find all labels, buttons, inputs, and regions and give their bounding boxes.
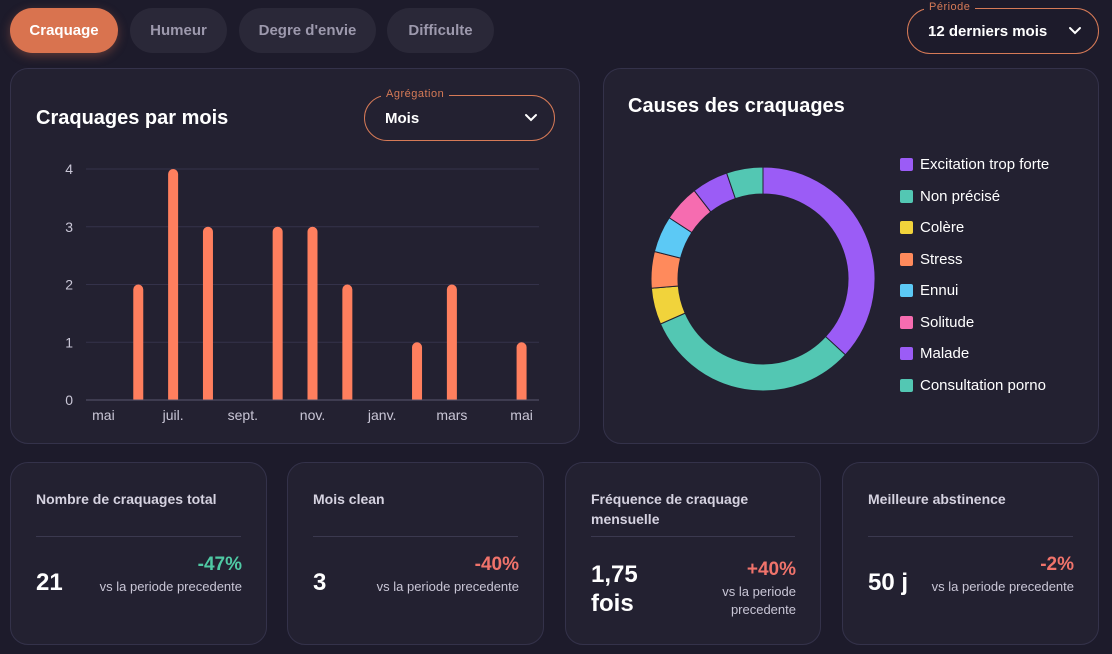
bar[interactable] <box>516 342 527 404</box>
stat-divider <box>313 536 518 537</box>
stat-divider <box>868 536 1073 537</box>
legend-swatch <box>900 347 913 361</box>
tab-degre-envie[interactable]: Degre d'envie <box>239 8 376 53</box>
stat-value: 3 <box>313 569 327 596</box>
legend-swatch <box>900 158 913 172</box>
legend-swatch <box>900 189 913 203</box>
legend-item[interactable]: Solitude <box>900 307 1049 339</box>
tab-humeur[interactable]: Humeur <box>130 8 227 53</box>
chevron-down-icon <box>1069 27 1081 35</box>
legend-swatch <box>900 378 913 392</box>
donut-slice[interactable] <box>762 166 876 356</box>
legend-label: Non précisé <box>920 187 1001 205</box>
stat-change: -2% <box>1040 554 1074 575</box>
legend-item[interactable]: Ennui <box>900 275 1049 307</box>
stat-change: -40% <box>474 554 519 575</box>
stat-card-frequency: Fréquence de craquage mensuelle 1,75 foi… <box>565 462 821 645</box>
legend-swatch <box>900 284 913 298</box>
stat-subtext: vs la periode precedente <box>931 579 1074 594</box>
legend-label: Consultation porno <box>920 376 1046 394</box>
stat-subtext: vs la periode precedente <box>99 579 242 594</box>
bar[interactable] <box>446 284 457 405</box>
legend-item[interactable]: Malade <box>900 338 1049 370</box>
legend-label: Colère <box>920 219 965 237</box>
x-tick-label: janv. <box>367 407 397 423</box>
baseline-mask <box>86 400 539 406</box>
stat-card-total: Nombre de craquages total 21 -47% vs la … <box>10 462 267 645</box>
stat-value: 50 j <box>868 569 909 596</box>
tab-difficulte[interactable]: Difficulte <box>387 8 494 53</box>
legend-item[interactable]: Colère <box>900 212 1049 244</box>
donut-chart <box>650 166 876 392</box>
x-tick-label: mai <box>92 407 115 423</box>
donut-chart-title: Causes des craquages <box>628 95 845 117</box>
legend-label: Stress <box>920 250 963 268</box>
legend-label: Ennui <box>920 282 959 300</box>
x-tick-label: mars <box>436 407 467 423</box>
stat-value-line2: fois <box>591 590 634 617</box>
donut-slice[interactable] <box>659 312 847 392</box>
y-tick-label: 0 <box>65 392 73 408</box>
x-tick-label: nov. <box>300 407 325 423</box>
legend-swatch <box>900 315 913 329</box>
legend-item[interactable]: Non précisé <box>900 181 1049 213</box>
stat-title: Nombre de craquages total <box>36 491 217 507</box>
x-tick-label: sept. <box>228 407 258 423</box>
x-tick-label: juil. <box>162 407 184 423</box>
stat-change: -47% <box>197 554 242 575</box>
legend-label: Malade <box>920 345 970 363</box>
bar[interactable] <box>202 226 213 404</box>
stat-subtext-line2: precedente <box>730 602 796 617</box>
stat-change: +40% <box>746 559 796 580</box>
stat-subtext-line1: vs la periode <box>722 584 796 599</box>
bar-chart: 0 1 2 3 4 mai juil. sept. nov. janv. mars mai <box>65 161 539 423</box>
bar[interactable] <box>307 226 318 404</box>
stat-value-line1: 1,75 <box>591 561 638 588</box>
bar[interactable] <box>342 284 353 405</box>
legend-swatch <box>900 221 913 235</box>
stat-card-best-abstinence: Meilleure abstinence 50 j -2% vs la peri… <box>842 462 1099 645</box>
y-tick-label: 1 <box>65 334 73 350</box>
legend-label: Solitude <box>920 313 975 331</box>
donut-chart-card: Causes des craquages Excitation trop for… <box>603 68 1099 444</box>
y-tick-label: 4 <box>65 161 73 177</box>
stat-card-clean-months: Mois clean 3 -40% vs la periode preceden… <box>287 462 544 645</box>
bar[interactable] <box>168 169 179 404</box>
period-select[interactable]: Période 12 derniers mois <box>907 1 1099 54</box>
stat-value: 21 <box>36 569 63 596</box>
bar[interactable] <box>272 226 283 404</box>
period-value: 12 derniers mois <box>928 22 1048 40</box>
period-legend: Période <box>924 1 976 13</box>
bar[interactable] <box>412 342 423 404</box>
stat-title: Meilleure abstinence <box>868 491 1006 507</box>
bar[interactable] <box>133 284 144 405</box>
stat-divider <box>591 536 795 537</box>
stat-subtext: vs la periode precedente <box>376 579 519 594</box>
bar-chart-card: Craquages par mois Agrégation Mois 01234… <box>10 68 580 444</box>
stat-title: Mois clean <box>313 491 385 507</box>
donut-legend: Excitation trop forte Non précisé Colère St… <box>900 149 1049 401</box>
y-tick-label: 3 <box>65 219 73 235</box>
legend-item[interactable]: Excitation trop forte <box>900 149 1049 181</box>
x-tick-label: mai <box>510 407 533 423</box>
legend-label: Excitation trop forte <box>920 156 1050 174</box>
legend-item[interactable]: Stress <box>900 244 1049 276</box>
legend-swatch <box>900 252 913 266</box>
y-tick-label: 2 <box>65 277 73 293</box>
legend-item[interactable]: Consultation porno <box>900 370 1049 402</box>
stat-divider <box>36 536 241 537</box>
stat-title: Fréquence de craquage mensuelle <box>591 491 749 527</box>
tab-craquage[interactable]: Craquage <box>10 8 118 53</box>
